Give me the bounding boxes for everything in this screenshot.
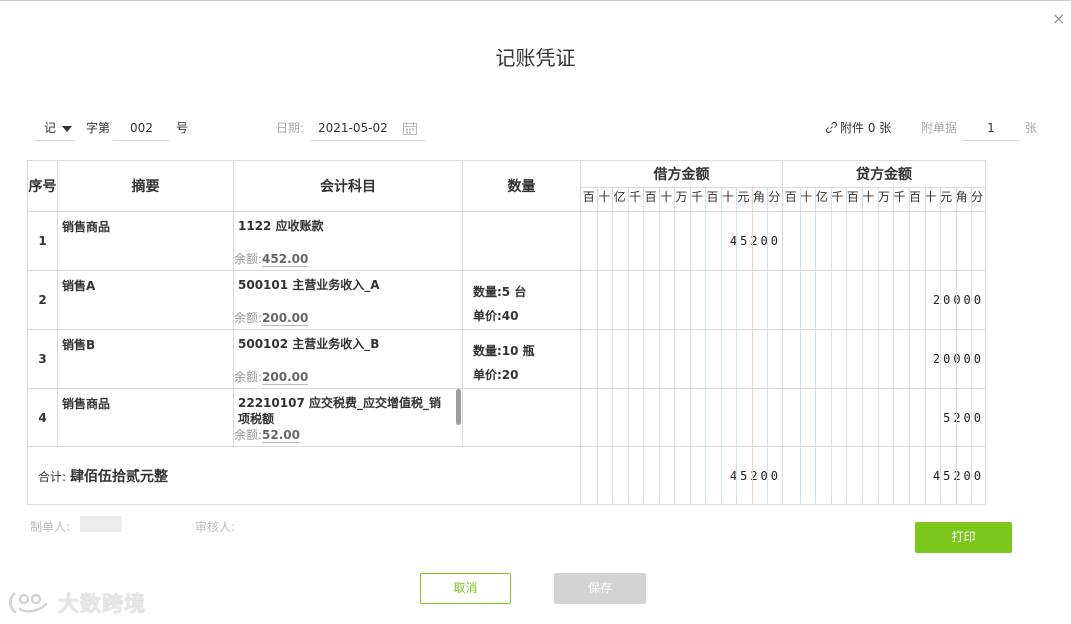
save-button: 保存 bbox=[554, 573, 646, 604]
digit-grid-line bbox=[846, 187, 847, 504]
account-cell[interactable]: 22210107 应交税费_应交增值税_销项税额 余额:52.00 bbox=[233, 388, 463, 447]
close-icon[interactable]: × bbox=[1052, 9, 1065, 28]
digit-grid-line bbox=[878, 187, 879, 504]
link-icon bbox=[825, 121, 838, 134]
digit-grid-line bbox=[721, 187, 722, 504]
price-text: 单价:40 bbox=[473, 309, 519, 323]
cancel-button[interactable]: 取消 bbox=[420, 573, 511, 604]
header-summary: 摘要 bbox=[57, 160, 234, 212]
table-row[interactable]: 1 销售商品 1122 应收账款 余额:452.00 45200 bbox=[27, 211, 986, 271]
total-row: 合计: 肆佰伍拾贰元整 45200 45200 bbox=[27, 446, 986, 505]
table-row[interactable]: 3 销售B 500102 主营业务收入_B 余额:200.00 数量:10 瓶 … bbox=[27, 329, 986, 389]
account-cell[interactable]: 500101 主营业务收入_A 余额:200.00 bbox=[233, 270, 463, 330]
digit-grid-line bbox=[612, 187, 613, 504]
maker-label: 制单人: bbox=[30, 520, 71, 534]
date-label: 日期: bbox=[276, 121, 305, 135]
summary-cell[interactable]: 销售B bbox=[57, 329, 234, 389]
account-cell[interactable]: 500102 主营业务收入_B 余额:200.00 bbox=[233, 329, 463, 389]
account-balance: 余额:452.00 bbox=[234, 252, 309, 267]
watermark-logo: 大数跨境 bbox=[8, 588, 146, 618]
quantity-cell[interactable]: 数量:10 瓶 单价:20 bbox=[462, 329, 581, 389]
zi-di-label: 字第 bbox=[86, 121, 111, 135]
dialog-title: 记账凭证 bbox=[495, 46, 576, 70]
account-balance: 余额:200.00 bbox=[234, 311, 309, 326]
total-in-words: 肆佰伍拾贰元整 bbox=[70, 468, 169, 485]
digit-grid-line bbox=[800, 187, 801, 504]
row-index: 4 bbox=[27, 388, 58, 447]
row-index: 1 bbox=[27, 211, 58, 271]
quantity-text: 数量:10 瓶 bbox=[473, 344, 535, 358]
digit-grid-line bbox=[705, 187, 706, 504]
digit-grid-line bbox=[831, 187, 832, 504]
zhang-label: 张 bbox=[1025, 121, 1038, 135]
top-border bbox=[0, 0, 1071, 1]
header-index: 序号 bbox=[27, 160, 58, 212]
account-name: 500101 主营业务收入_A bbox=[238, 278, 380, 292]
hao-label: 号 bbox=[176, 121, 189, 135]
voucher-word-value: 记 bbox=[44, 121, 57, 135]
summary-cell[interactable]: 销售商品 bbox=[57, 211, 234, 271]
voucher-table: 序号 摘要 会计科目 数量 借方金额 贷方金额 百十亿千百十万千百十元角分 百十… bbox=[27, 160, 986, 505]
digit-grid-line bbox=[659, 187, 660, 504]
chevron-down-icon bbox=[62, 125, 73, 132]
reviewer-label: 审核人: bbox=[195, 520, 236, 534]
digit-grid-line bbox=[862, 187, 863, 504]
digit-grid-line bbox=[628, 187, 629, 504]
price-text: 单价:20 bbox=[473, 368, 519, 382]
print-button[interactable]: 打印 bbox=[915, 522, 1012, 553]
account-balance: 余额:52.00 bbox=[234, 428, 301, 443]
attachment-label: 附件 0 张 bbox=[840, 121, 892, 135]
account-name: 500102 主营业务收入_B bbox=[238, 337, 380, 351]
row-index: 3 bbox=[27, 329, 58, 389]
digit-grid-line bbox=[893, 187, 894, 504]
digit-grid-line bbox=[597, 187, 598, 504]
date-input[interactable]: 2021-05-02 bbox=[310, 116, 426, 141]
digit-grid-line bbox=[690, 187, 691, 504]
total-label: 合计: 肆佰伍拾贰元整 bbox=[27, 446, 581, 505]
watermark-icon bbox=[8, 592, 48, 614]
digit-grid-line bbox=[925, 187, 926, 504]
digit-grid-line bbox=[956, 187, 957, 504]
digit-grid-line bbox=[736, 187, 737, 504]
row-index: 2 bbox=[27, 270, 58, 330]
maker-name-redacted bbox=[80, 516, 122, 532]
header-credit: 贷方金额 bbox=[782, 160, 986, 188]
quantity-cell[interactable] bbox=[462, 211, 581, 271]
date-value: 2021-05-02 bbox=[318, 121, 388, 135]
account-scrollbar[interactable] bbox=[456, 389, 461, 425]
bill-count-input[interactable]: 1 bbox=[962, 116, 1020, 141]
quantity-cell[interactable]: 数量:5 台 单价:40 bbox=[462, 270, 581, 330]
summary-cell[interactable]: 销售商品 bbox=[57, 388, 234, 447]
digit-grid-line bbox=[940, 187, 941, 504]
bill-label: 附单据 bbox=[921, 121, 958, 135]
digit-grid-line bbox=[909, 187, 910, 504]
table-row[interactable]: 2 销售A 500101 主营业务收入_A 余额:200.00 数量:5 台 单… bbox=[27, 270, 986, 330]
voucher-number-input[interactable]: 002 bbox=[113, 116, 170, 141]
digit-grid-line bbox=[971, 187, 972, 504]
account-name: 1122 应收账款 bbox=[238, 219, 324, 233]
quantity-text: 数量:5 台 bbox=[473, 285, 527, 299]
calendar-icon[interactable] bbox=[403, 122, 417, 135]
quantity-cell[interactable] bbox=[462, 388, 581, 447]
digit-grid-line bbox=[815, 187, 816, 504]
digit-grid-line bbox=[674, 187, 675, 504]
account-cell[interactable]: 1122 应收账款 余额:452.00 bbox=[233, 211, 463, 271]
header-quantity: 数量 bbox=[462, 160, 581, 212]
digit-grid-line bbox=[752, 187, 753, 504]
account-name: 22210107 应交税费_应交增值税_销项税额 bbox=[238, 396, 441, 426]
table-row[interactable]: 4 销售商品 22210107 应交税费_应交增值税_销项税额 余额:52.00… bbox=[27, 388, 986, 447]
summary-cell[interactable]: 销售A bbox=[57, 270, 234, 330]
header-account: 会计科目 bbox=[233, 160, 463, 212]
voucher-word-select[interactable]: 记 bbox=[35, 116, 75, 141]
digit-grid-line bbox=[643, 187, 644, 504]
account-balance: 余额:200.00 bbox=[234, 370, 309, 385]
watermark-text: 大数跨境 bbox=[58, 592, 146, 616]
attachment-link[interactable]: 附件 0 张 bbox=[825, 119, 892, 136]
header-debit: 借方金额 bbox=[580, 160, 783, 188]
digit-grid-line bbox=[767, 187, 768, 504]
